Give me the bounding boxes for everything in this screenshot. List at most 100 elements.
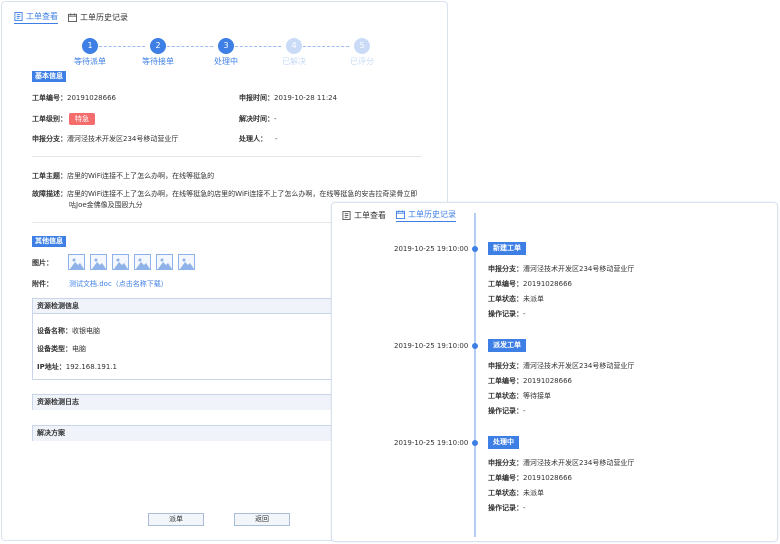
step-number: 5 [354,38,370,54]
order-history-panel: 工单查看 工单历史记录 2019-10-25 19:10:00 新建工单 申报分… [331,202,778,542]
history-ops: 操作记录：- [488,503,526,513]
field-label: 工单编号： [488,474,523,482]
image-icon [70,258,84,269]
tab-order-view[interactable]: 工单查看 [14,11,58,24]
field-label: 解决时间： [239,115,274,123]
ops-value: - [523,407,526,415]
history-order-no: 工单编号：20191028666 [488,376,572,386]
tab-order-history[interactable]: 工单历史记录 [68,12,128,23]
asset-log-box[interactable]: 资源检测日志 [32,394,332,410]
solution-box[interactable]: 解决方案 [32,425,332,441]
asset-log-title: 资源检测日志 [33,395,331,410]
timeline-dot [472,440,478,446]
dispatch-button[interactable]: 派单 [148,513,204,526]
resolve-time-field: 解决时间：- [239,114,277,124]
attachment-link[interactable]: 测试文档.doc（点击名称下载） [69,279,168,289]
asset-check-title: 资源检测信息 [33,299,331,314]
step-label: 已解决 [282,57,306,66]
image-icon [114,258,128,269]
branch-field: 申报分支：漕河泾技术开发区234号移动营业厅 [32,134,178,144]
image-thumbnail[interactable] [156,254,173,270]
history-branch: 申报分支：漕河泾技术开发区234号移动营业厅 [488,458,634,468]
resolve-time-value: - [274,115,277,123]
handler-field: 处理人： - [239,134,278,144]
field-label: 操作记录： [488,504,523,512]
image-thumbnail[interactable] [90,254,107,270]
history-tag: 处理中 [488,436,519,449]
field-label: 工单级别： [32,115,67,123]
order-no-value: 20191028666 [523,377,572,385]
image-icon [136,258,150,269]
status-value: 等待接单 [523,392,551,400]
order-no-value: 20191028666 [67,94,116,102]
step-number: 4 [286,38,302,54]
device-type-value: 电脑 [72,345,86,353]
image-thumbnail[interactable] [112,254,129,270]
report-time-value: 2019-10-28 11:24 [274,94,338,102]
report-time-field: 申报时间：2019-10-28 11:24 [239,93,337,103]
section-title-other: 其他信息 [32,236,66,247]
pics-label: 图片： [32,258,53,268]
image-thumbnail[interactable] [178,254,195,270]
order-no-field: 工单编号：20191028666 [32,93,116,103]
status-value: 未派单 [523,489,544,497]
image-gallery [68,254,195,270]
back-button[interactable]: 返回 [234,513,290,526]
history-status: 工单状态：等待接单 [488,391,551,401]
field-label: 工单编号： [488,280,523,288]
history-order-no: 工单编号：20191028666 [488,473,572,483]
asset-check-box: 资源检测信息 设备名称：收银电脑 设备类型：电脑 IP地址：192.168.19… [32,298,332,380]
tab-order-history[interactable]: 工单历史记录 [396,209,456,222]
history-status: 工单状态：未派单 [488,488,544,498]
branch-value: 漕河泾技术开发区234号移动营业厅 [523,265,635,273]
step-3: 3 处理中 [201,38,251,67]
image-thumbnail[interactable] [68,254,85,270]
subject-value: 店里的WiFi连接不上了怎么办啊，在线等挺急的 [67,172,215,180]
field-label: 附件： [32,280,53,288]
field-label: 故障描述： [32,190,67,198]
solution-title: 解决方案 [33,426,331,441]
history-branch: 申报分支：漕河泾技术开发区234号移动营业厅 [488,361,634,371]
field-label: 处理人： [239,135,267,143]
history-branch: 申报分支：漕河泾技术开发区234号移动营业厅 [488,264,634,274]
branch-value: 漕河泾技术开发区234号移动营业厅 [523,362,635,370]
timeline-axis [474,213,476,537]
field-label: 申报分支： [488,459,523,467]
step-label: 处理中 [214,57,238,66]
step-number: 2 [150,38,166,54]
order-no-value: 20191028666 [523,280,572,288]
ip-value: 192.168.191.1 [65,363,117,371]
history-time: 2019-10-25 19:10:00 [394,245,469,253]
step-number: 1 [82,38,98,54]
field-label: 工单状态： [488,295,523,303]
timeline-dot [472,343,478,349]
divider [32,156,422,157]
tab-bar: 工单查看 工单历史记录 [342,208,456,222]
level-field: 工单级别： 特急 [32,113,95,125]
section-title-basic: 基本信息 [32,71,66,82]
history-time: 2019-10-25 19:10:00 [394,439,469,447]
document-icon [14,11,23,21]
step-label: 等待派单 [74,57,106,66]
image-thumbnail[interactable] [134,254,151,270]
device-name-field: 设备名称：收银电脑 [37,326,100,336]
history-ops: 操作记录：- [488,406,526,416]
field-label: 工单编号： [32,94,67,102]
branch-value: 漕河泾技术开发区234号移动营业厅 [67,135,179,143]
field-label: 申报分支： [32,135,67,143]
field-label: 申报时间： [239,94,274,102]
tab-label: 工单历史记录 [408,209,456,219]
step-label: 等待接单 [142,57,174,66]
image-icon [92,258,106,269]
ops-value: - [523,310,526,318]
subject-field: 工单主题：店里的WiFi连接不上了怎么办啊，在线等挺急的 [32,171,214,181]
tab-bar: 工单查看 工单历史记录 [14,10,128,24]
field-label: 工单状态： [488,489,523,497]
tab-order-view[interactable]: 工单查看 [342,210,386,221]
field-label: 申报分支： [488,362,523,370]
image-icon [180,258,194,269]
history-ops: 操作记录：- [488,309,526,319]
handler-value: - [275,135,278,143]
branch-value: 漕河泾技术开发区234号移动营业厅 [523,459,635,467]
urgent-badge: 特急 [69,113,95,125]
